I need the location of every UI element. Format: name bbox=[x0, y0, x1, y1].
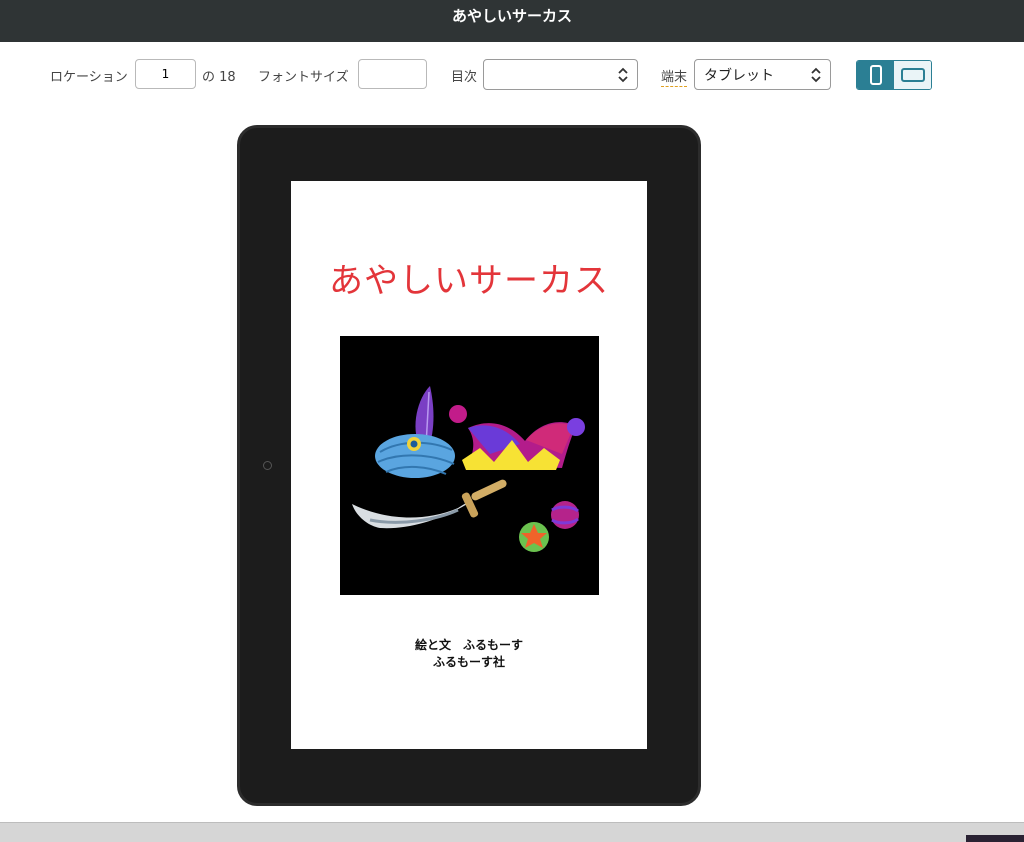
toolbar: ロケーション の 18 フォントサイズ 目次 端末 タブレット bbox=[0, 42, 1024, 104]
author-line: 絵と文 ふるもーす bbox=[414, 638, 523, 652]
toc-label: 目次 bbox=[451, 70, 478, 85]
chevron-updown-icon bbox=[618, 67, 628, 83]
cover-illustration bbox=[340, 336, 599, 595]
portrait-icon bbox=[869, 65, 882, 85]
window-title: あやしいサーカス bbox=[451, 7, 572, 25]
orientation-toggle bbox=[856, 60, 932, 90]
device-label: 端末 bbox=[661, 66, 688, 87]
location-total: の 18 bbox=[202, 70, 236, 85]
landscape-button[interactable] bbox=[894, 61, 931, 89]
landscape-icon bbox=[900, 68, 925, 82]
book-page[interactable]: あやしいサーカス 絵と文 ふるもーす ふるもーす社 bbox=[291, 181, 647, 749]
chevron-updown-icon bbox=[811, 67, 821, 83]
book-title: あやしいサーカス bbox=[329, 261, 609, 301]
title-bar: あやしいサーカス bbox=[0, 0, 1024, 42]
home-button bbox=[263, 461, 272, 470]
location-label: ロケーション bbox=[50, 70, 128, 85]
publisher-line: ふるもーす社 bbox=[432, 655, 505, 669]
fontsize-label: フォントサイズ bbox=[258, 70, 349, 85]
portrait-button[interactable] bbox=[857, 61, 894, 89]
fontsize-input[interactable] bbox=[358, 59, 427, 89]
toc-select[interactable] bbox=[483, 59, 638, 90]
bottom-scrollbar[interactable] bbox=[0, 822, 1024, 842]
location-input[interactable] bbox=[135, 59, 196, 89]
device-select[interactable]: タブレット bbox=[694, 59, 831, 90]
